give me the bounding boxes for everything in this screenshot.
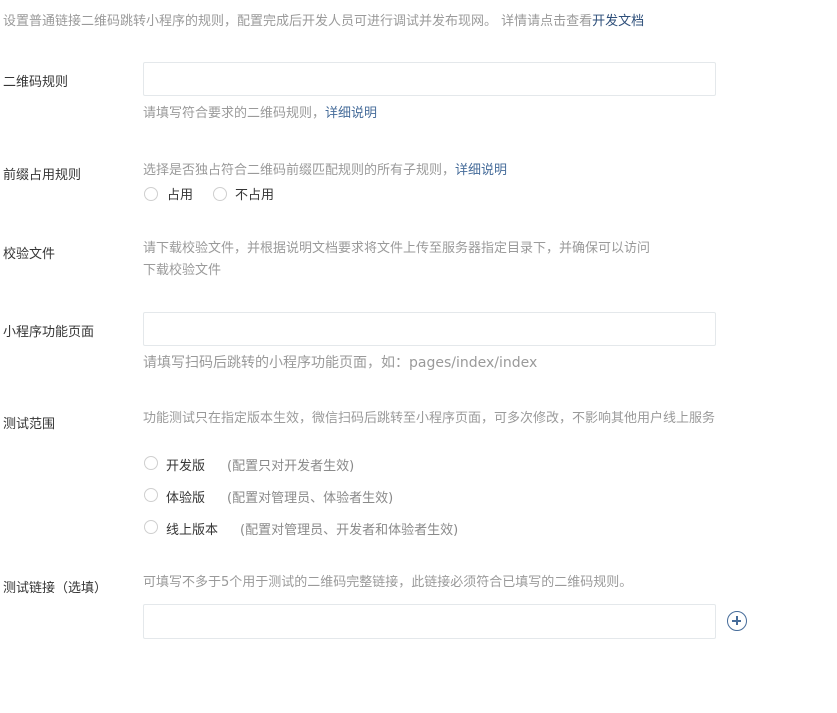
plus-circle-icon[interactable] [727,611,747,631]
intro-text: 设置普通链接二维码跳转小程序的规则，配置完成后开发人员可进行调试并发布现网。 详… [3,10,644,29]
prefix-rule-hint-text: 选择是否独占符合二维码前缀匹配规则的所有子规则， [143,163,456,178]
test-link-hint: 可填写不多于5个用于测试的二维码完整链接，此链接必须符合已填写的二维码规则。 [143,575,633,590]
qr-rule-hint-text: 请填写符合要求的二维码规则， [143,106,326,121]
test-link-input[interactable] [143,604,716,639]
dev-docs-link[interactable]: 开发文档 [592,14,644,29]
radio-dev-version[interactable] [144,456,158,470]
test-link-label: 测试链接（选填） [3,581,108,596]
prefix-rule-hint: 选择是否独占符合二维码前缀匹配规则的所有子规则，详细说明 [143,160,507,182]
download-verify-file-link[interactable]: 下载校验文件 [143,260,221,282]
radio-dev-version-note: (配置只对开发者生效) [227,459,355,474]
qr-rule-label: 二维码规则 [3,75,69,90]
mp-page-hint: 请填写扫码后跳转的小程序功能页面，如：pages/index/index [143,355,538,371]
test-scope-hint: 功能测试只在指定版本生效，微信扫码后跳转至小程序页面，可多次修改，不影响其他用户… [143,411,716,426]
radio-trial-version-note: (配置对管理员、体验者生效) [227,491,394,506]
radio-online-version[interactable] [144,520,158,534]
intro-description: 设置普通链接二维码跳转小程序的规则，配置完成后开发人员可进行调试并发布现网。 详… [3,14,593,29]
radio-occupy[interactable] [144,187,158,201]
radio-online-version-label: 线上版本 [166,523,219,538]
prefix-rule-label: 前缀占用规则 [3,168,82,183]
radio-trial-version[interactable] [144,488,158,502]
mp-page-label: 小程序功能页面 [3,325,95,340]
mp-page-input[interactable] [143,312,716,346]
radio-dev-version-label: 开发版 [166,459,206,474]
radio-not-occupy[interactable] [213,187,227,201]
verify-file-hint: 请下载校验文件，并根据说明文档要求将文件上传至服务器指定目录下，并确保可以访问 [143,241,651,256]
qr-rule-hint: 请填写符合要求的二维码规则，详细说明 [143,103,377,125]
prefix-rule-detail-link[interactable]: 详细说明 [455,163,507,178]
radio-not-occupy-label: 不占用 [235,188,275,203]
qr-rule-detail-link[interactable]: 详细说明 [325,106,377,121]
qr-rule-input[interactable] [143,62,716,96]
test-scope-label: 测试范围 [3,417,56,432]
radio-occupy-label: 占用 [167,188,194,203]
radio-online-version-note: (配置对管理员、开发者和体验者生效) [240,523,459,538]
radio-trial-version-label: 体验版 [166,491,206,506]
verify-file-label: 校验文件 [3,247,56,262]
